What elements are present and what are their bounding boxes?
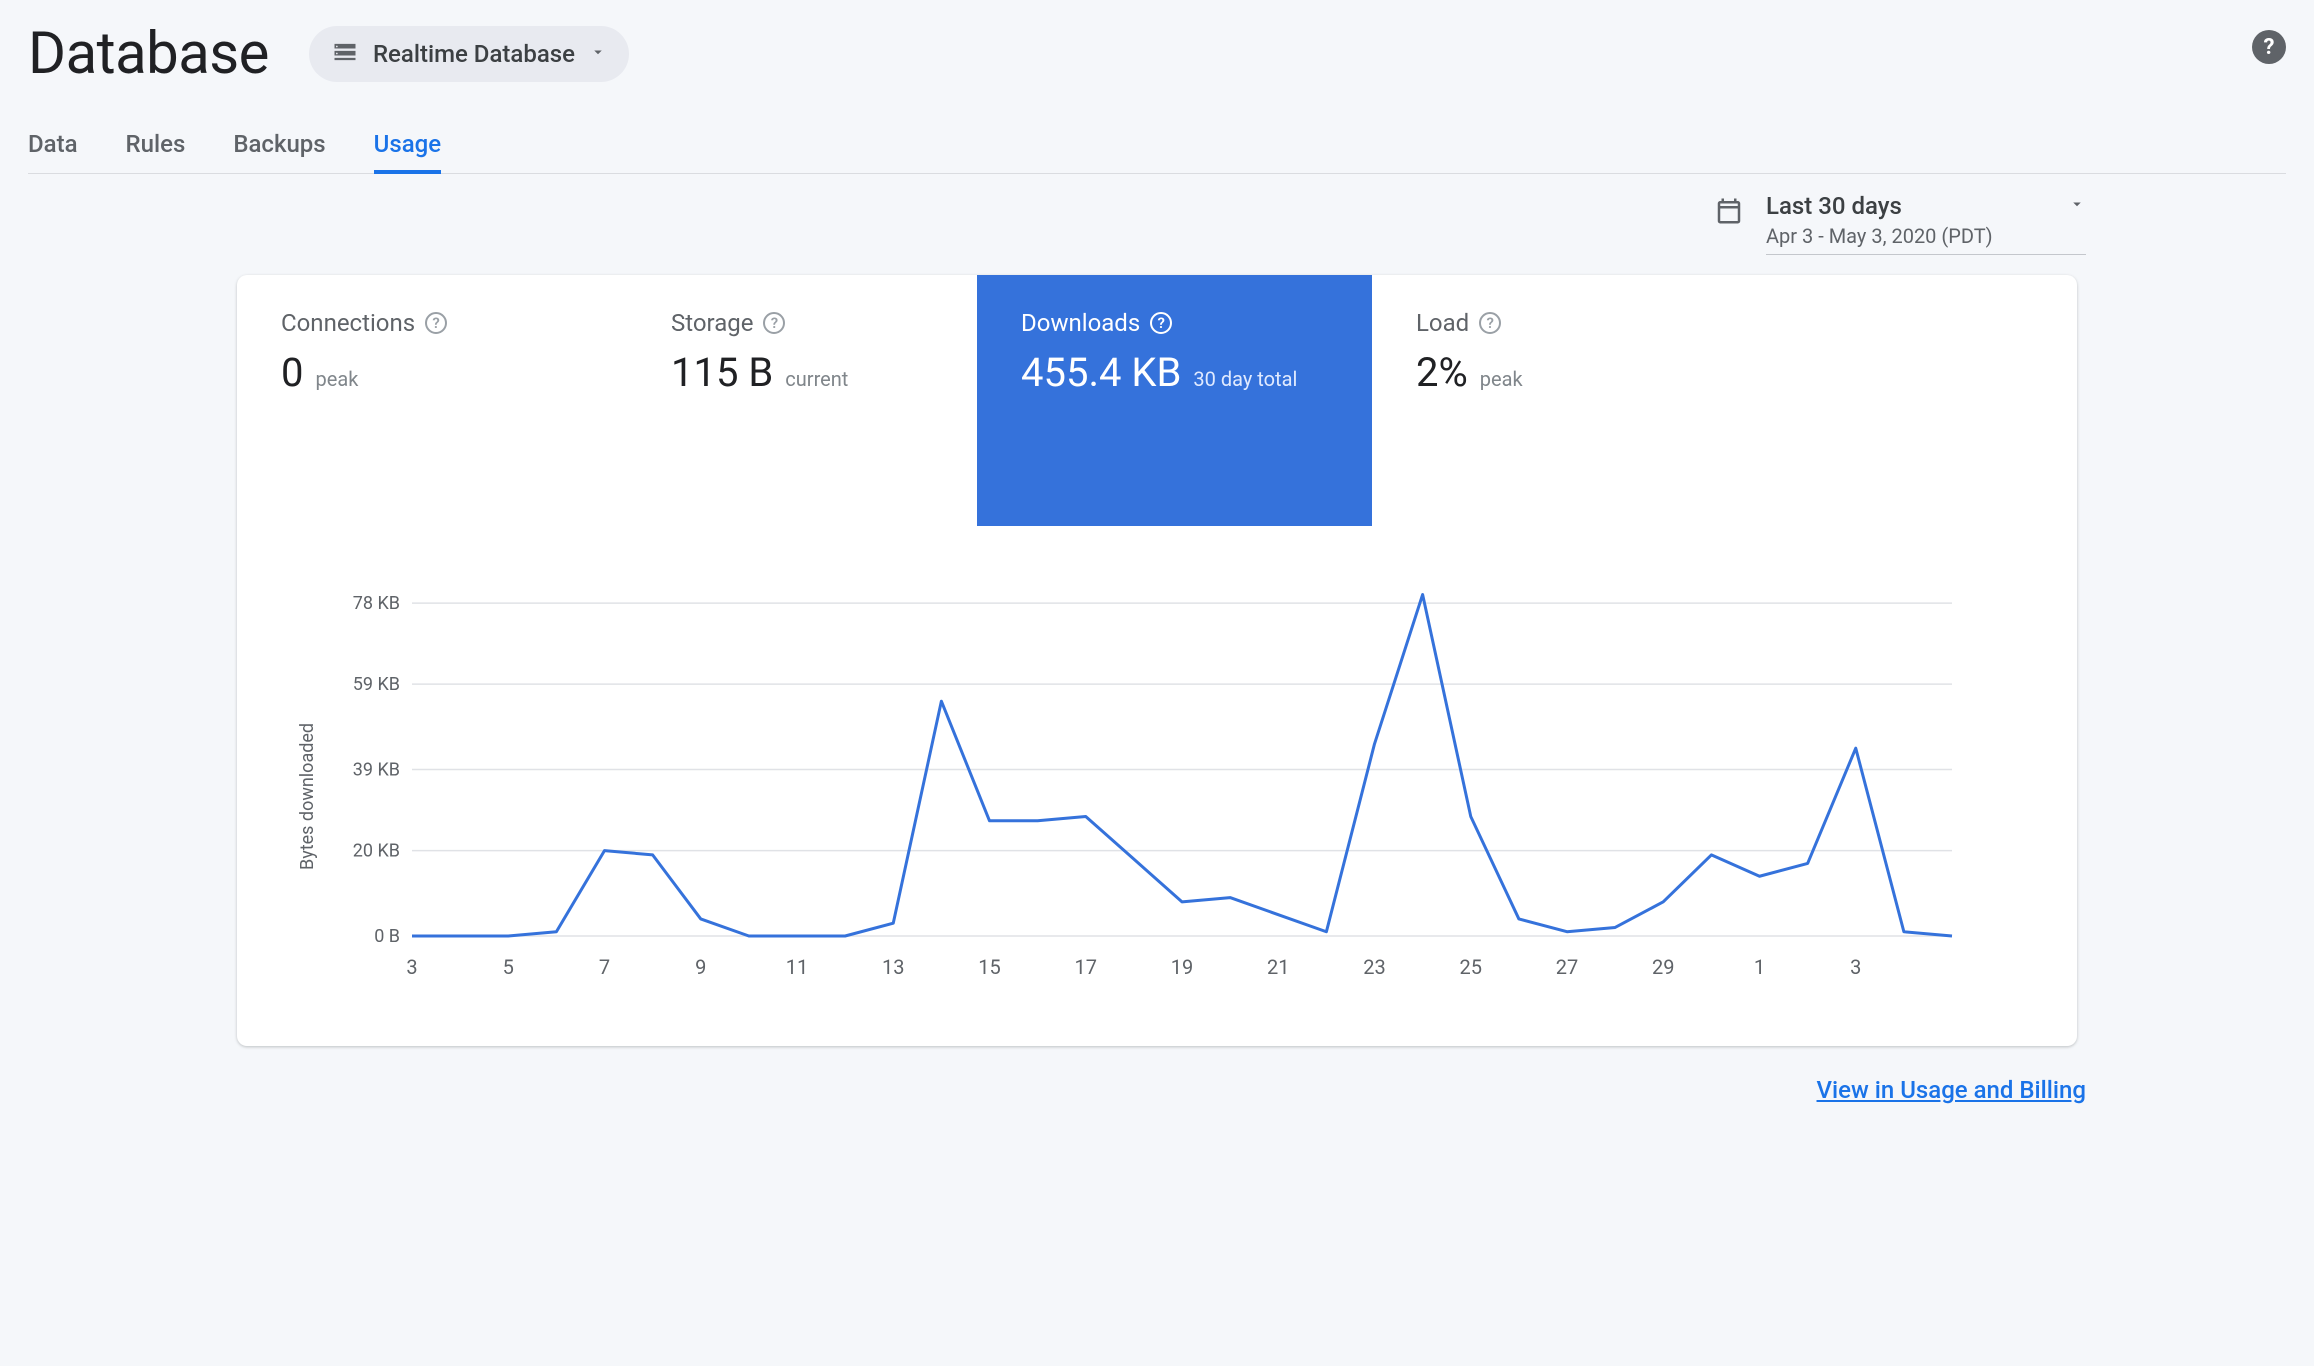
svg-text:11: 11 [786, 955, 808, 979]
metric-title: Downloads [1021, 309, 1140, 337]
help-icon[interactable]: ? [763, 312, 785, 334]
downloads-chart: 0 B20 KB39 KB59 KB78 KB35791113151719212… [332, 566, 2017, 986]
help-icon[interactable]: ? [1479, 312, 1501, 334]
svg-text:17: 17 [1075, 955, 1097, 979]
date-range-picker[interactable]: Last 30 days Apr 3 - May 3, 2020 (PDT) [1714, 192, 2086, 255]
tab-data[interactable]: Data [28, 118, 78, 174]
chart-y-axis-label: Bytes downloaded [297, 566, 318, 986]
svg-text:3: 3 [1850, 955, 1861, 979]
svg-text:5: 5 [503, 955, 514, 979]
metric-value: 115 B [671, 349, 773, 396]
calendar-icon [1714, 192, 1744, 230]
tabs: Data Rules Backups Usage [28, 118, 2286, 174]
chevron-down-icon [589, 43, 607, 65]
tab-usage[interactable]: Usage [374, 118, 441, 174]
svg-text:29: 29 [1652, 955, 1674, 979]
svg-text:20 KB: 20 KB [353, 841, 400, 862]
help-icon[interactable]: ? [425, 312, 447, 334]
metric-connections[interactable]: Connections ? 0 peak [237, 275, 627, 526]
svg-text:1: 1 [1754, 955, 1765, 979]
metric-downloads[interactable]: Downloads ? 455.4 KB 30 day total [977, 275, 1372, 526]
database-selector-label: Realtime Database [373, 40, 575, 68]
metric-value: 455.4 KB [1021, 349, 1181, 396]
svg-text:59 KB: 59 KB [353, 674, 400, 695]
metric-sub: 30 day total [1193, 367, 1297, 391]
database-selector[interactable]: Realtime Database [309, 26, 629, 82]
svg-text:19: 19 [1171, 955, 1193, 979]
svg-text:0 B: 0 B [374, 926, 400, 947]
svg-text:23: 23 [1363, 955, 1385, 979]
metric-sub: peak [1480, 367, 1523, 391]
date-range-sub: Apr 3 - May 3, 2020 (PDT) [1766, 224, 2086, 248]
metric-sub: current [785, 367, 848, 391]
metric-storage[interactable]: Storage ? 115 B current [627, 275, 977, 526]
svg-text:9: 9 [695, 955, 706, 979]
database-icon [331, 38, 359, 70]
usage-card: Connections ? 0 peak Storage ? 115 B cur… [237, 275, 2077, 1046]
svg-text:39 KB: 39 KB [353, 760, 400, 781]
date-range-label: Last 30 days [1766, 192, 1902, 220]
svg-text:13: 13 [882, 955, 904, 979]
metric-value: 2% [1416, 349, 1468, 396]
tab-rules[interactable]: Rules [126, 118, 186, 174]
metric-title: Connections [281, 309, 415, 337]
svg-text:3: 3 [406, 955, 417, 979]
svg-text:15: 15 [978, 955, 1000, 979]
view-usage-billing-link[interactable]: View in Usage and Billing [1817, 1076, 2086, 1104]
svg-text:78 KB: 78 KB [353, 593, 400, 614]
svg-text:25: 25 [1460, 955, 1482, 979]
help-icon[interactable]: ? [1150, 312, 1172, 334]
chevron-down-icon [2068, 195, 2086, 217]
svg-text:21: 21 [1267, 955, 1289, 979]
help-button[interactable]: ? [2252, 30, 2286, 64]
metric-sub: peak [315, 367, 358, 391]
svg-text:7: 7 [599, 955, 610, 979]
page-title: Database [28, 20, 269, 88]
tab-backups[interactable]: Backups [233, 118, 325, 174]
metric-load[interactable]: Load ? 2% peak [1372, 275, 1762, 526]
svg-text:27: 27 [1556, 955, 1578, 979]
metric-title: Load [1416, 309, 1469, 337]
metric-value: 0 [281, 349, 303, 396]
metric-title: Storage [671, 309, 753, 337]
